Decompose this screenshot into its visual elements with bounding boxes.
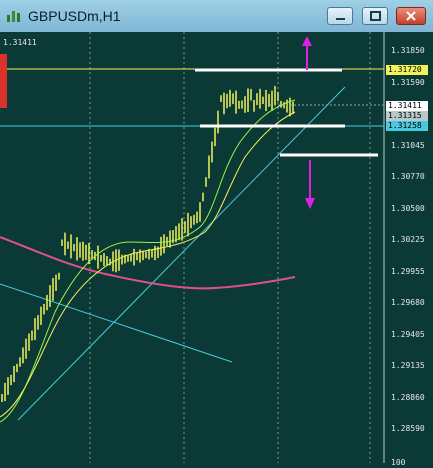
price-scale-label: 1.29955 <box>391 266 425 276</box>
slow-moving-average <box>0 111 296 418</box>
price-scale-label: 1.30770 <box>391 172 425 181</box>
restore-icon <box>370 11 381 21</box>
price-scale-label: 1.29680 <box>391 298 425 307</box>
price-scale-label: 1.28590 <box>391 424 425 433</box>
minimize-button[interactable] <box>327 7 353 25</box>
hidden-price-tag: 1.31315 <box>386 111 428 121</box>
price-scale-label: 1.28860 <box>391 392 425 402</box>
current-price-tag: 1.31411 <box>386 101 428 111</box>
trade-panel-indicator[interactable] <box>0 54 7 108</box>
chart-area[interactable]: 1.31411 1.31850 1.31590 1.31315 1.31045 1.30… <box>0 32 433 467</box>
price-scale-label: 1.30225 <box>391 235 425 244</box>
price-scale-label: 1.29405 <box>391 329 425 339</box>
chart-app-icon <box>7 11 20 22</box>
candlesticks <box>1 85 294 402</box>
price-scale-label: 1.31045 <box>391 140 425 150</box>
price-chart[interactable] <box>0 32 433 463</box>
close-button[interactable] <box>396 7 426 25</box>
price-scale-label: 1.31590 <box>391 77 425 87</box>
current-price-label: 1.31411 <box>3 38 37 47</box>
fast-moving-average <box>0 99 296 423</box>
long-moving-average <box>0 236 296 290</box>
title-bar[interactable]: GBPUSDm,H1 <box>0 0 433 32</box>
cyan-price-tag: 1.31258 <box>386 121 428 131</box>
price-scale-label: 1.30500 <box>391 203 425 213</box>
down-arrow <box>305 160 315 209</box>
up-arrow <box>302 36 312 70</box>
window-title: GBPUSDm,H1 <box>28 8 121 24</box>
trend-line-up <box>17 86 346 421</box>
price-scale-label: 1.31850 <box>391 46 425 55</box>
price-scale-label: 1.29135 <box>391 361 425 370</box>
chart-window: GBPUSDm,H1 1.31411 1.31850 1.31590 1.310… <box>0 0 433 467</box>
close-icon <box>406 11 416 21</box>
minimize-icon <box>336 18 345 20</box>
restore-button[interactable] <box>362 7 388 25</box>
yellow-price-tag: 1.31720 <box>386 65 428 75</box>
